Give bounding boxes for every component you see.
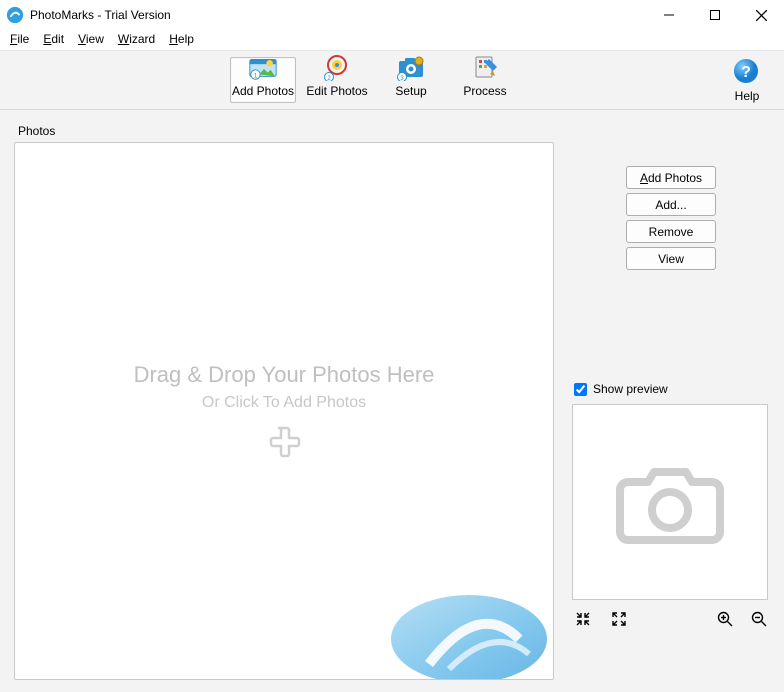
menu-edit[interactable]: Edit	[37, 31, 70, 47]
side-panel: Add Photos Add... Remove View Show previ…	[572, 142, 770, 680]
camera-placeholder-icon	[610, 452, 730, 552]
zoom-out-icon[interactable]	[750, 610, 768, 628]
close-button[interactable]	[738, 0, 784, 30]
menu-view[interactable]: View	[72, 31, 110, 47]
window-controls	[646, 0, 784, 30]
toolbar: 1 Add Photos 2 Edit Photos	[0, 50, 784, 110]
titlebar: PhotoMarks - Trial Version	[0, 0, 784, 30]
minimize-button[interactable]	[646, 0, 692, 30]
content-area: Photos Drag & Drop Your Photos Here Or C…	[0, 110, 784, 692]
show-preview-row: Show preview	[572, 382, 770, 396]
menubar: File Edit View Wizard Help	[0, 30, 784, 50]
edit-photos-icon: 2	[321, 53, 353, 81]
menu-file[interactable]: File	[4, 31, 35, 47]
side-remove-button[interactable]: Remove	[626, 220, 716, 243]
show-preview-checkbox[interactable]	[574, 383, 587, 396]
expand-icon[interactable]	[610, 610, 628, 628]
maximize-button[interactable]	[692, 0, 738, 30]
window-title: PhotoMarks - Trial Version	[30, 8, 646, 22]
toolbar-setup[interactable]: 3 Setup	[378, 57, 444, 103]
side-add-button[interactable]: Add...	[626, 193, 716, 216]
app-icon	[6, 6, 24, 24]
toolbar-help[interactable]: ? Help	[722, 57, 772, 103]
dropzone-title: Drag & Drop Your Photos Here	[134, 362, 435, 388]
menu-wizard[interactable]: Wizard	[112, 31, 161, 47]
collapse-icon[interactable]	[574, 610, 592, 628]
toolbar-help-label: Help	[735, 89, 760, 103]
side-add-photos-button[interactable]: Add Photos	[626, 166, 716, 189]
menu-help[interactable]: Help	[163, 31, 200, 47]
svg-text:1: 1	[254, 72, 258, 79]
photos-section-label: Photos	[18, 124, 770, 138]
toolbar-edit-photos[interactable]: 2 Edit Photos	[304, 57, 370, 103]
plus-icon	[267, 426, 301, 460]
toolbar-process-label: Process	[463, 84, 506, 98]
toolbar-process[interactable]: Process	[452, 57, 518, 103]
show-preview-label: Show preview	[593, 382, 668, 396]
preview-box	[572, 404, 768, 600]
process-icon	[469, 53, 501, 81]
zoom-in-icon[interactable]	[716, 610, 734, 628]
help-icon: ?	[733, 58, 761, 86]
photo-dropzone[interactable]: Drag & Drop Your Photos Here Or Click To…	[14, 142, 554, 680]
preview-controls	[572, 610, 770, 628]
toolbar-edit-photos-label: Edit Photos	[306, 84, 367, 98]
add-photos-icon: 1	[247, 53, 279, 81]
dropzone-subtitle: Or Click To Add Photos	[202, 394, 366, 412]
svg-text:?: ?	[741, 64, 751, 81]
setup-icon: 3	[395, 53, 427, 81]
side-view-button[interactable]: View	[626, 247, 716, 270]
toolbar-setup-label: Setup	[395, 84, 426, 98]
watermark-logo	[369, 569, 549, 679]
toolbar-add-photos-label: Add Photos	[232, 84, 294, 98]
toolbar-add-photos[interactable]: 1 Add Photos	[230, 57, 296, 103]
